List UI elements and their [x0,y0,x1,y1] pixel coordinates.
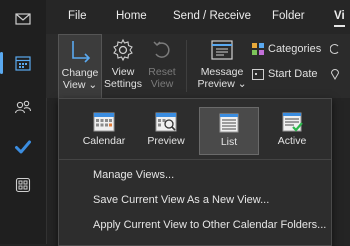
menu-file[interactable]: File [68,10,87,22]
preview-view-icon [155,112,177,132]
chevron-down-icon: ⌄ [234,78,247,90]
navigation-rail [0,0,47,244]
nav-tasks-button[interactable] [0,130,46,164]
apps-icon [15,177,31,193]
gear-icon [113,38,133,62]
people-icon [14,100,32,114]
nav-calendar-button[interactable] [0,46,46,80]
more-arrangement-1[interactable] [330,43,344,55]
view-calendar-label: Calendar [82,135,126,147]
change-view-label-2: View [62,79,86,91]
view-preview-label: Preview [147,135,185,147]
apply-current-view-item[interactable]: Apply Current View to Other Calendar Fol… [93,219,326,231]
categories-button[interactable]: Categories [252,43,321,55]
menu-view[interactable]: Vi [334,10,345,27]
nav-people-button[interactable] [0,90,46,124]
list-view-icon [219,113,239,133]
categories-icon [252,43,264,55]
manage-views-item[interactable]: Manage Views... [93,169,174,181]
calendar-icon [15,56,31,71]
nav-mail-button[interactable] [0,2,46,36]
view-active-option[interactable]: Active [263,107,321,153]
mail-icon [15,13,31,25]
calendar-view-icon [93,112,115,132]
menu-send-receive[interactable]: Send / Receive [173,10,251,22]
ribbon: Change View ⌄ View Settings Reset View M… [46,34,350,99]
change-view-dropdown: Calendar Preview List Active Manage View… [58,98,332,246]
message-preview-label-2: Preview [197,78,235,90]
view-active-label: Active [277,135,307,147]
view-list-label: List [220,136,238,148]
view-settings-button[interactable]: View Settings [102,34,144,90]
change-view-icon [72,41,91,63]
view-list-option[interactable]: List [199,107,259,155]
dropdown-separator [59,159,331,160]
view-calendar-option[interactable]: Calendar [75,107,133,153]
save-current-view-item[interactable]: Save Current View As a New View... [93,194,269,206]
message-preview-label-1: Message [200,66,244,78]
reset-view-label-1: Reset [148,66,176,78]
menu-folder[interactable]: Folder [272,10,305,22]
view-preview-option[interactable]: Preview [137,107,195,153]
more-arrangement-2[interactable] [330,68,344,80]
start-date-button[interactable]: Start Date [252,68,318,80]
tasks-icon [15,140,31,154]
menu-home[interactable]: Home [116,10,147,22]
view-settings-label-1: View [111,66,135,78]
reset-view-label-2: View [150,78,174,90]
reset-view-button[interactable]: Reset View [144,34,180,90]
start-date-icon [252,69,264,80]
location-pin-icon [330,69,340,80]
change-view-label-1: Change [61,67,99,79]
nav-apps-button[interactable] [0,168,46,202]
reset-icon [153,41,170,58]
start-date-label: Start Date [268,68,318,80]
ribbon-separator [186,40,187,92]
message-preview-button[interactable]: Message Preview ⌄ [194,34,250,90]
categories-label: Categories [268,43,322,55]
message-preview-icon [211,40,233,60]
active-view-icon [282,112,303,132]
view-settings-label-2: Settings [104,78,142,90]
refresh-arrow-icon [330,43,339,55]
chevron-down-icon: ⌄ [85,79,98,91]
change-view-button[interactable]: Change View ⌄ [58,34,102,99]
menu-bar: File Home Send / Receive Folder Vi [46,0,350,34]
